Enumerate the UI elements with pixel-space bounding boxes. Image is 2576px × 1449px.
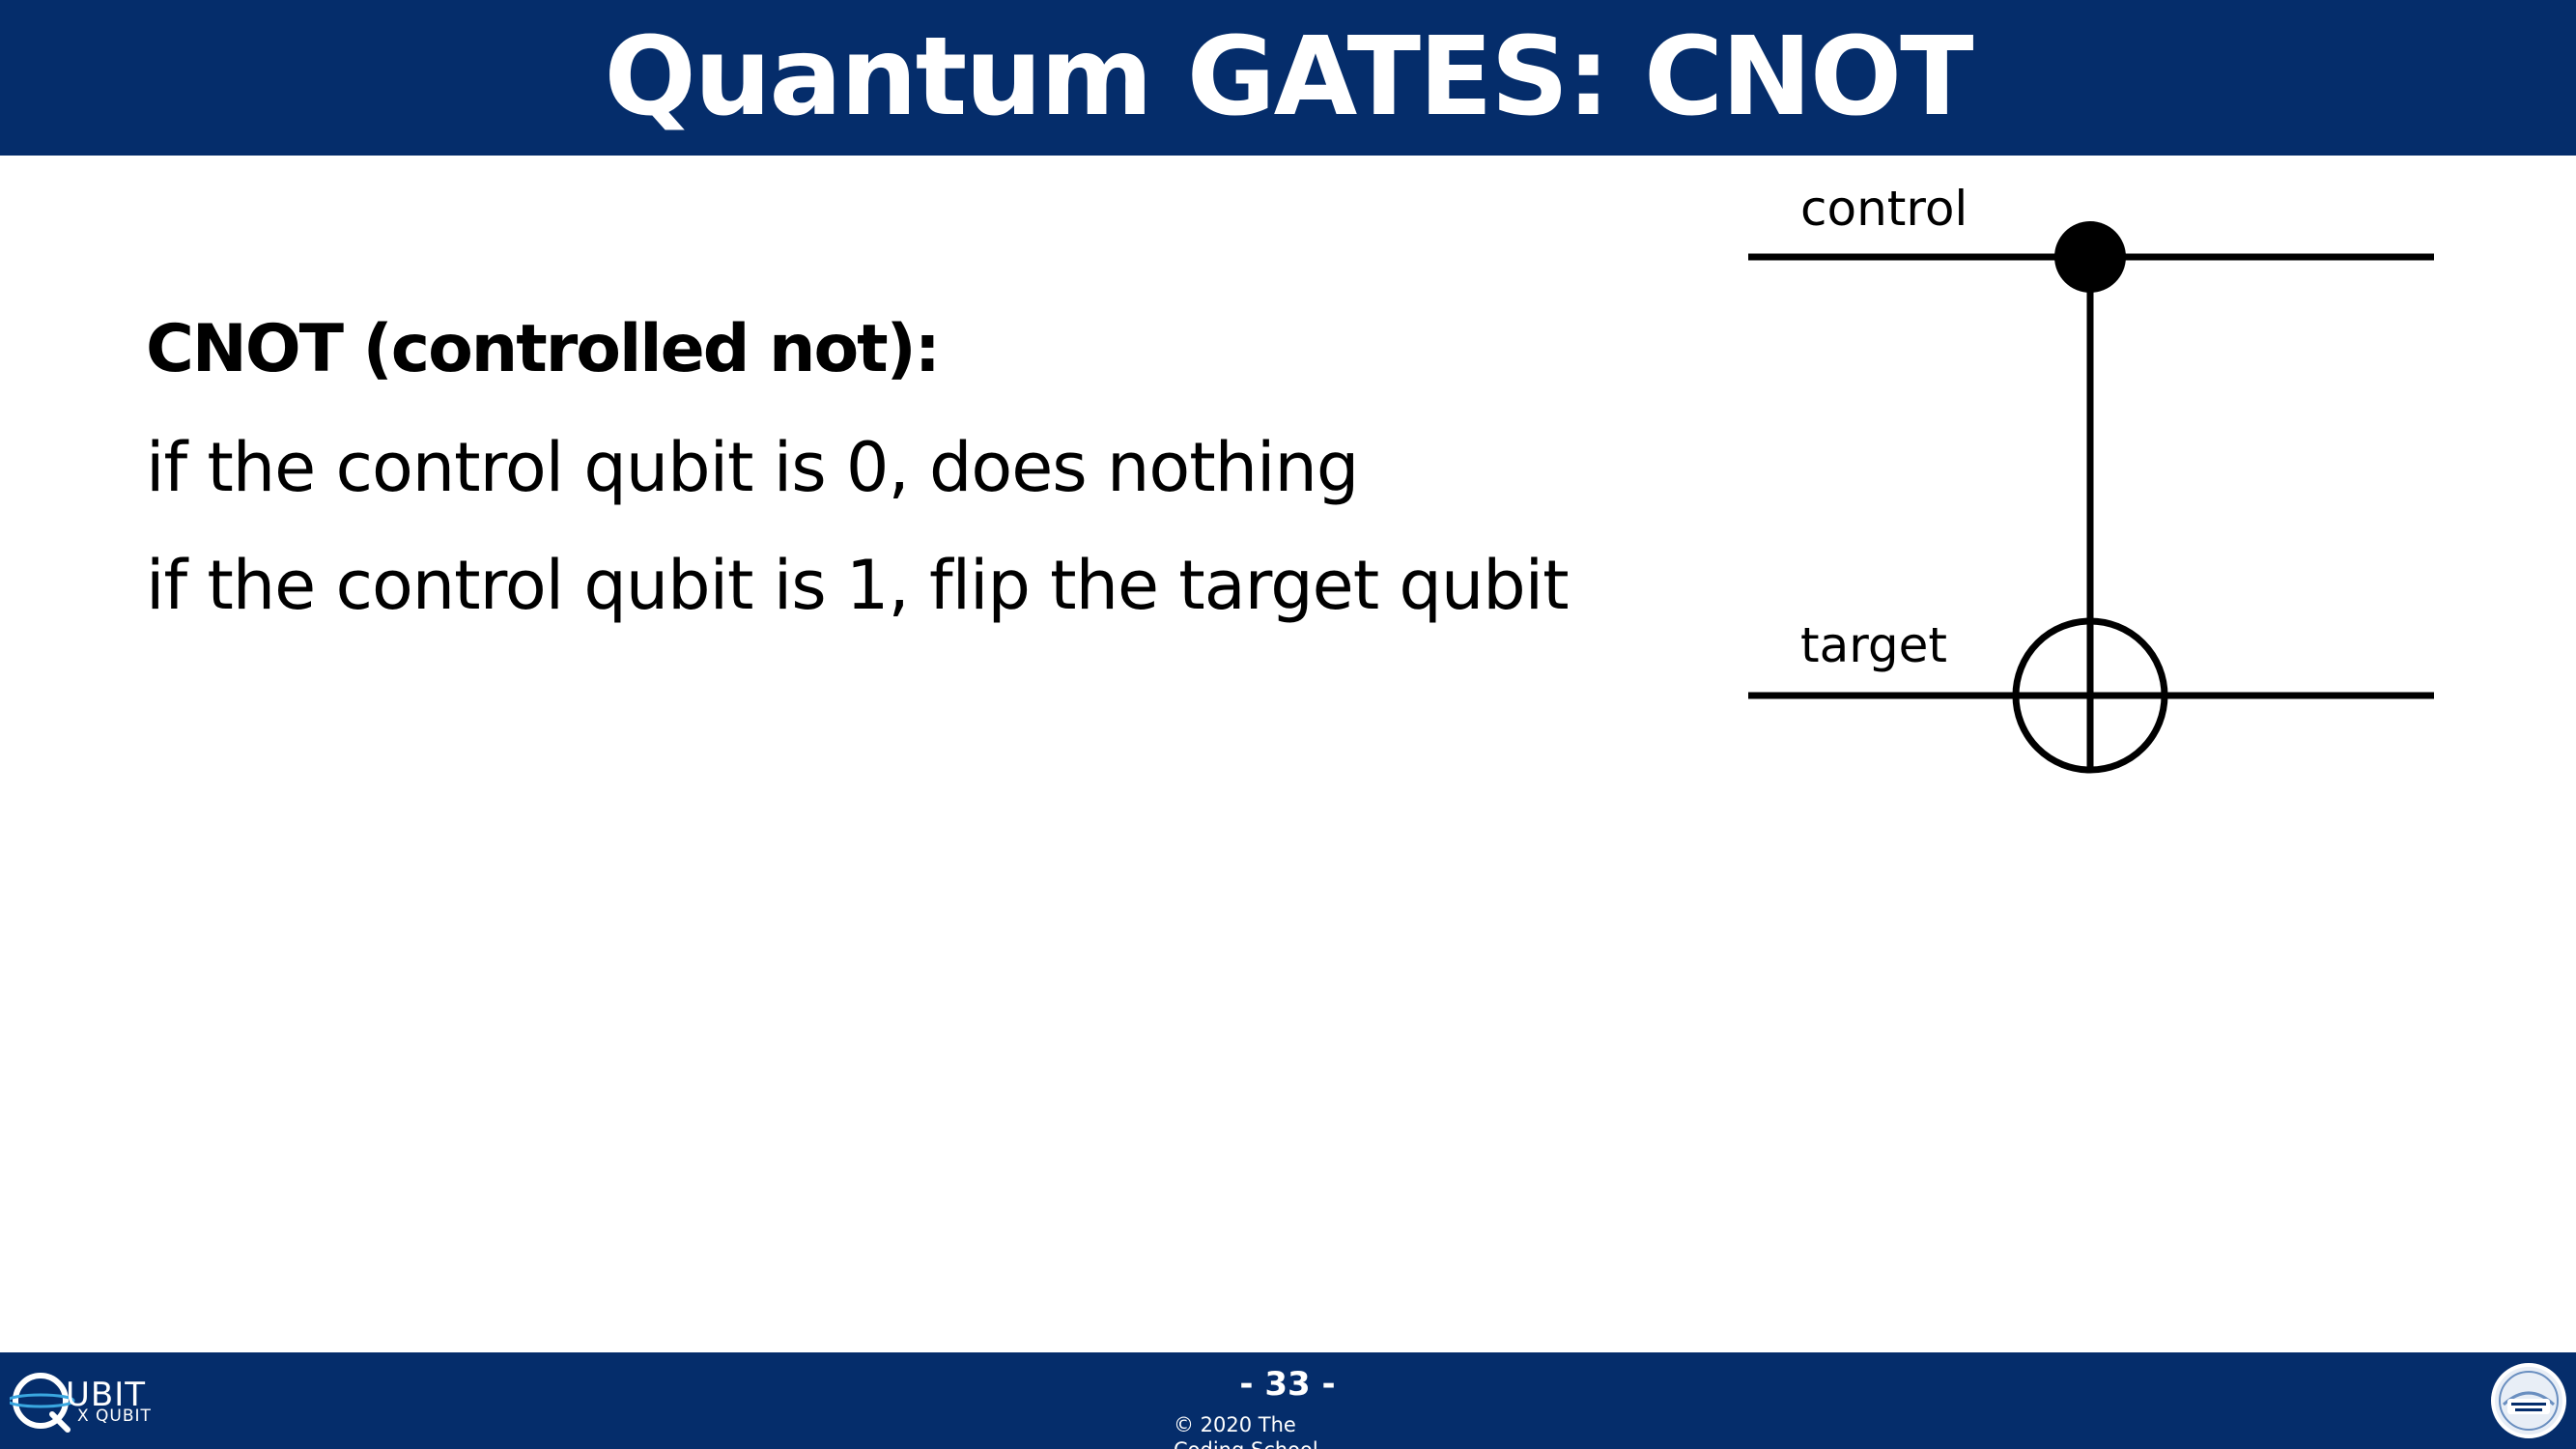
- control-wire-label: control: [1800, 181, 1968, 237]
- slide: Quantum GATES: CNOT CNOT (controlled not…: [0, 0, 2576, 1449]
- description-line-control-1: if the control qubit is 1, flip the targ…: [146, 546, 1570, 625]
- control-dot-icon: [2054, 221, 2126, 293]
- cnot-circuit-diagram: [1748, 221, 2434, 774]
- slide-title: Quantum GATES: CNOT: [604, 14, 1973, 140]
- copyright-notice: © 2020 The Coding School: [1174, 1413, 1318, 1449]
- page-number: - 33 -: [1239, 1365, 1336, 1404]
- coding-school-logo-icon: [2491, 1363, 2566, 1438]
- target-wire-label: target: [1800, 617, 1948, 673]
- cnot-heading: CNOT (controlled not):: [146, 311, 941, 387]
- qubit-logo-subtitle: X QUBIT: [77, 1406, 152, 1426]
- description-line-control-0: if the control qubit is 0, does nothing: [146, 428, 1359, 507]
